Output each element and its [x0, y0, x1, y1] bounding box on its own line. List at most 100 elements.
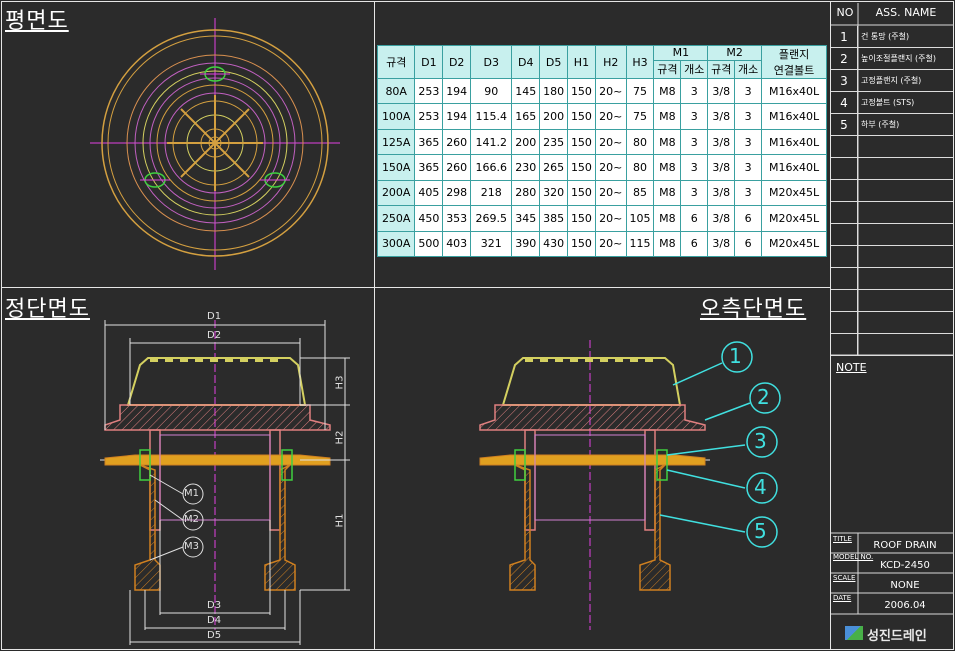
col-h1: H1 [567, 45, 596, 79]
plan-view-drawing [90, 18, 340, 270]
spec-cell: 345 [511, 205, 541, 232]
spec-cell: 150 [567, 179, 596, 207]
part-number-empty [831, 202, 858, 224]
spec-cell: M16x40L [761, 154, 827, 181]
spec-table-body: 80A 253 194 90 145 180 150 20~ 75 M8 3 3/8 3 M16x40L 1… [376, 77, 827, 258]
parts-row: 2 높이조절플랜지 (주철) [831, 48, 953, 70]
spec-cell: 321 [470, 230, 513, 258]
parts-row-empty [831, 158, 953, 180]
spec-cell: 3 [734, 154, 763, 181]
part-number-empty [831, 290, 858, 312]
scale-label: SCALE [833, 574, 856, 582]
spec-cell: 20~ [594, 103, 627, 130]
parts-row-empty [831, 268, 953, 290]
part-name: 건 통망 (주철) [861, 32, 910, 41]
balloon-3: 3 [754, 429, 767, 453]
parts-row: 1건 통망 (주철) [831, 26, 953, 48]
company-logo-icon [845, 626, 863, 640]
spec-cell: 85 [625, 179, 655, 207]
title-value: ROOF DRAIN [873, 540, 937, 551]
size-cell: 125A [376, 128, 416, 156]
spec-cell: 6 [734, 230, 763, 258]
spec-cell: M20x45L [761, 230, 827, 258]
col-m2: M2 [707, 45, 763, 61]
col-m1: M1 [653, 45, 709, 61]
company-name: 성진드레인 [867, 629, 927, 644]
spec-cell: M8 [653, 103, 682, 130]
part-number-empty [831, 180, 858, 202]
spec-cell: 3 [734, 179, 763, 207]
spec-cell: 260 [442, 128, 472, 156]
spec-cell: 405 [414, 179, 444, 207]
part-number-empty [831, 136, 858, 158]
spec-cell: 75 [625, 77, 655, 105]
part-name: 고정볼트 (STS) [861, 98, 915, 107]
dim-d1: D1 [207, 311, 222, 322]
spec-cell: 115 [625, 230, 655, 258]
balloon-5: 5 [754, 519, 767, 543]
callout-m3: M3 [184, 541, 199, 552]
parts-row-empty [831, 180, 953, 202]
parts-row: 4 고정볼트 (STS) [831, 92, 953, 114]
col-m1-size: 규격 [653, 59, 682, 80]
spec-cell: 150 [567, 230, 596, 258]
dim-h1: H1 [334, 513, 346, 528]
spec-cell: 20~ [594, 205, 627, 232]
spec-cell: 80 [625, 128, 655, 156]
spec-cell: 150 [567, 205, 596, 232]
balloon-2: 2 [757, 385, 770, 409]
col-d4: D4 [511, 45, 541, 79]
spec-cell: 3/8 [707, 179, 736, 207]
part-number-empty [831, 268, 858, 290]
spec-cell: 150 [567, 77, 596, 105]
dim-d4: D4 [207, 615, 222, 626]
parts-row-empty [831, 224, 953, 246]
spec-cell: 365 [414, 128, 444, 156]
size-cell: 250A [376, 205, 416, 232]
spec-cell: 3 [734, 103, 763, 130]
part-number: 4 [831, 92, 858, 114]
part-number-empty [831, 158, 858, 180]
spec-cell: 298 [442, 179, 472, 207]
parts-row-empty [831, 136, 953, 158]
spec-cell: 3 [734, 77, 763, 105]
spec-row: 300A 500 403 321 390 430 150 20~ 115 M8 6 3/8 6 M20x4… [376, 230, 827, 258]
spec-cell: 166.6 [470, 154, 513, 181]
col-m1-qty: 개소 [680, 59, 709, 80]
model-value: KCD-2450 [880, 560, 930, 571]
part-name: 높이조절플랜지 (주철) [861, 54, 937, 63]
balloon-4: 4 [754, 475, 767, 499]
parts-row-empty [831, 290, 953, 312]
size-cell: 80A [376, 77, 416, 105]
spec-cell: 115.4 [470, 103, 513, 130]
spec-cell: 145 [511, 77, 541, 105]
spec-cell: M16x40L [761, 128, 827, 156]
scale-value: NONE [890, 580, 920, 591]
spec-cell: 260 [442, 154, 472, 181]
spec-cell: 6 [734, 205, 763, 232]
dim-d3: D3 [207, 600, 222, 611]
spec-row: 250A 450 353 269.5 345 385 150 20~ 105 M8 6 3/8 6 M20… [376, 205, 827, 232]
spec-cell: M20x45L [761, 179, 827, 207]
spec-cell: 353 [442, 205, 472, 232]
part-number: 3 [831, 70, 858, 92]
part-number-empty [831, 246, 858, 268]
spec-cell: 20~ [594, 77, 627, 105]
parts-row: 3 고정플랜지 (주철) [831, 70, 953, 92]
spec-cell: 3/8 [707, 128, 736, 156]
spec-cell: 3 [680, 103, 709, 130]
spec-cell: 3 [680, 128, 709, 156]
spec-cell: 280 [511, 179, 541, 207]
spec-cell: 150 [567, 154, 596, 181]
spec-cell: 218 [470, 179, 513, 207]
spec-cell: 180 [539, 77, 569, 105]
col-size: 규격 [376, 45, 416, 79]
spec-cell: 430 [539, 230, 569, 258]
dim-d2: D2 [207, 330, 222, 341]
callout-m2: M2 [184, 514, 199, 525]
part-number-empty [831, 334, 858, 356]
spec-cell: 3/8 [707, 103, 736, 130]
spec-cell: 105 [625, 205, 655, 232]
spec-cell: 265 [539, 154, 569, 181]
spec-cell: 365 [414, 154, 444, 181]
